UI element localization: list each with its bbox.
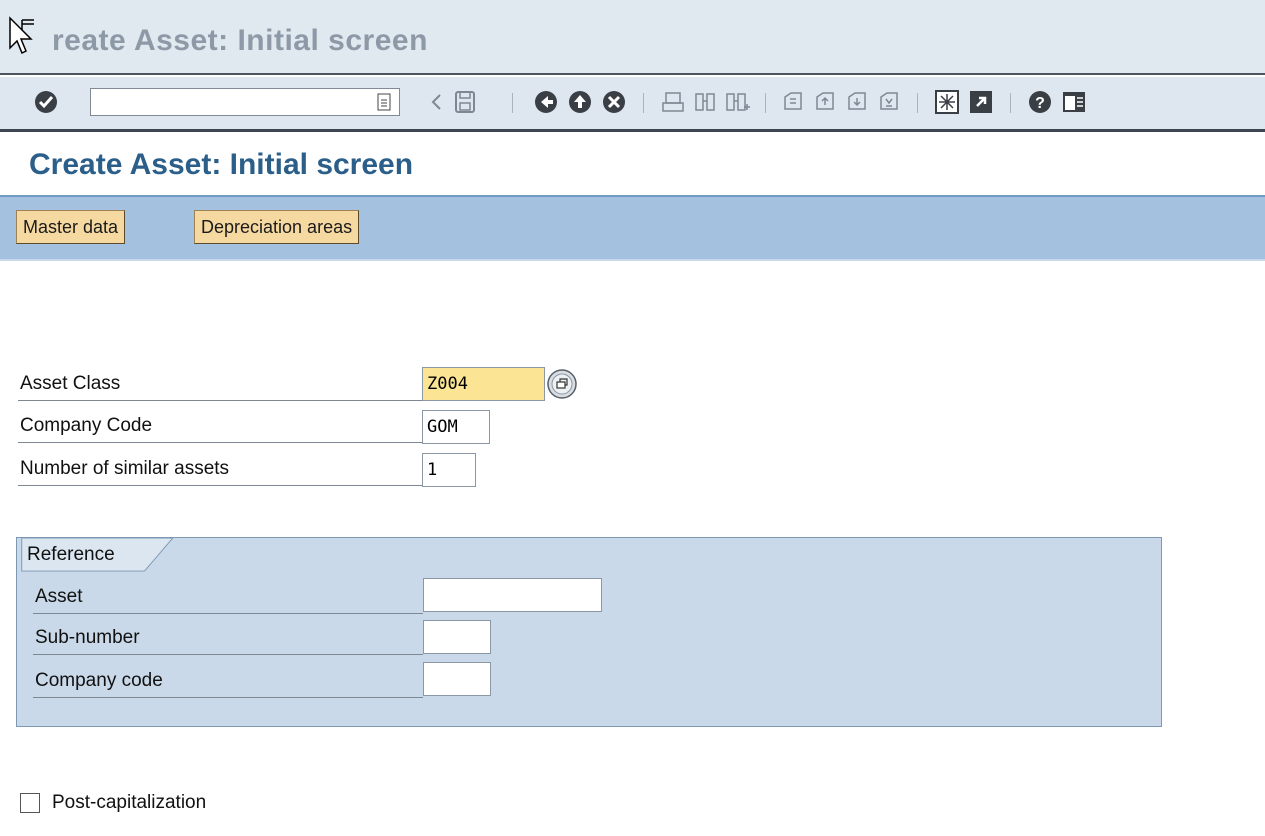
page-title: Create Asset: Initial screen <box>29 148 414 181</box>
similar-assets-field[interactable] <box>422 453 476 487</box>
reference-asset-field[interactable] <box>423 578 602 612</box>
mouse-pointer-icon <box>9 16 34 55</box>
history-icon[interactable] <box>377 93 391 111</box>
first-page-icon[interactable] <box>780 89 806 115</box>
next-page-icon[interactable] <box>844 89 870 115</box>
find-next-icon[interactable] <box>724 89 750 115</box>
help-icon[interactable]: ? <box>1027 89 1053 115</box>
save-icon[interactable] <box>452 89 478 115</box>
similar-assets-label: Number of similar assets <box>18 454 422 486</box>
find-icon[interactable] <box>692 89 718 115</box>
window-title: reate Asset: Initial screen <box>52 24 428 57</box>
reference-title: Reference <box>27 544 115 565</box>
toolbar-separator <box>917 93 918 113</box>
reference-group: Reference Asset Sub-number Company code <box>16 537 1162 727</box>
depreciation-areas-button[interactable]: Depreciation areas <box>194 210 360 244</box>
enter-icon[interactable] <box>33 89 59 115</box>
exit-icon[interactable] <box>567 89 593 115</box>
toolbar-separator <box>512 93 513 113</box>
asset-class-field[interactable] <box>422 367 545 401</box>
svg-text:?: ? <box>1035 95 1045 112</box>
reference-sub-number-label: Sub-number <box>33 623 423 655</box>
reference-company-code-field[interactable] <box>423 662 491 696</box>
toolbar-separator <box>643 93 644 113</box>
shortcut-icon[interactable] <box>968 89 994 115</box>
post-capitalization-checkbox[interactable] <box>20 793 40 813</box>
last-page-icon[interactable] <box>876 89 902 115</box>
command-field[interactable] <box>90 88 400 116</box>
possible-entries-icon[interactable] <box>546 368 578 400</box>
cancel-icon[interactable] <box>601 89 627 115</box>
application-toolbar: Master data Depreciation areas <box>0 197 1265 261</box>
company-code-field[interactable] <box>422 410 490 444</box>
master-data-button[interactable]: Master data <box>16 210 126 244</box>
toolbar-separator <box>765 93 766 113</box>
print-icon[interactable] <box>660 89 686 115</box>
toolbar-separator <box>1010 93 1011 113</box>
company-code-label: Company Code <box>18 411 422 443</box>
window-title-bar: reate Asset: Initial screen <box>0 0 1265 75</box>
post-capitalization-label: Post-capitalization <box>52 792 207 813</box>
previous-page-icon[interactable] <box>812 89 838 115</box>
layout-menu-icon[interactable] <box>1061 89 1087 115</box>
reference-company-code-label: Company code <box>33 666 423 698</box>
new-session-icon[interactable] <box>934 89 960 115</box>
command-input[interactable] <box>95 90 369 116</box>
back-arrow-icon[interactable] <box>424 89 450 115</box>
reference-sub-number-field[interactable] <box>423 620 491 654</box>
reference-asset-label: Asset <box>33 582 423 614</box>
back-icon[interactable] <box>533 89 559 115</box>
asset-class-label: Asset Class <box>18 369 422 401</box>
standard-toolbar: ? <box>0 77 1265 132</box>
